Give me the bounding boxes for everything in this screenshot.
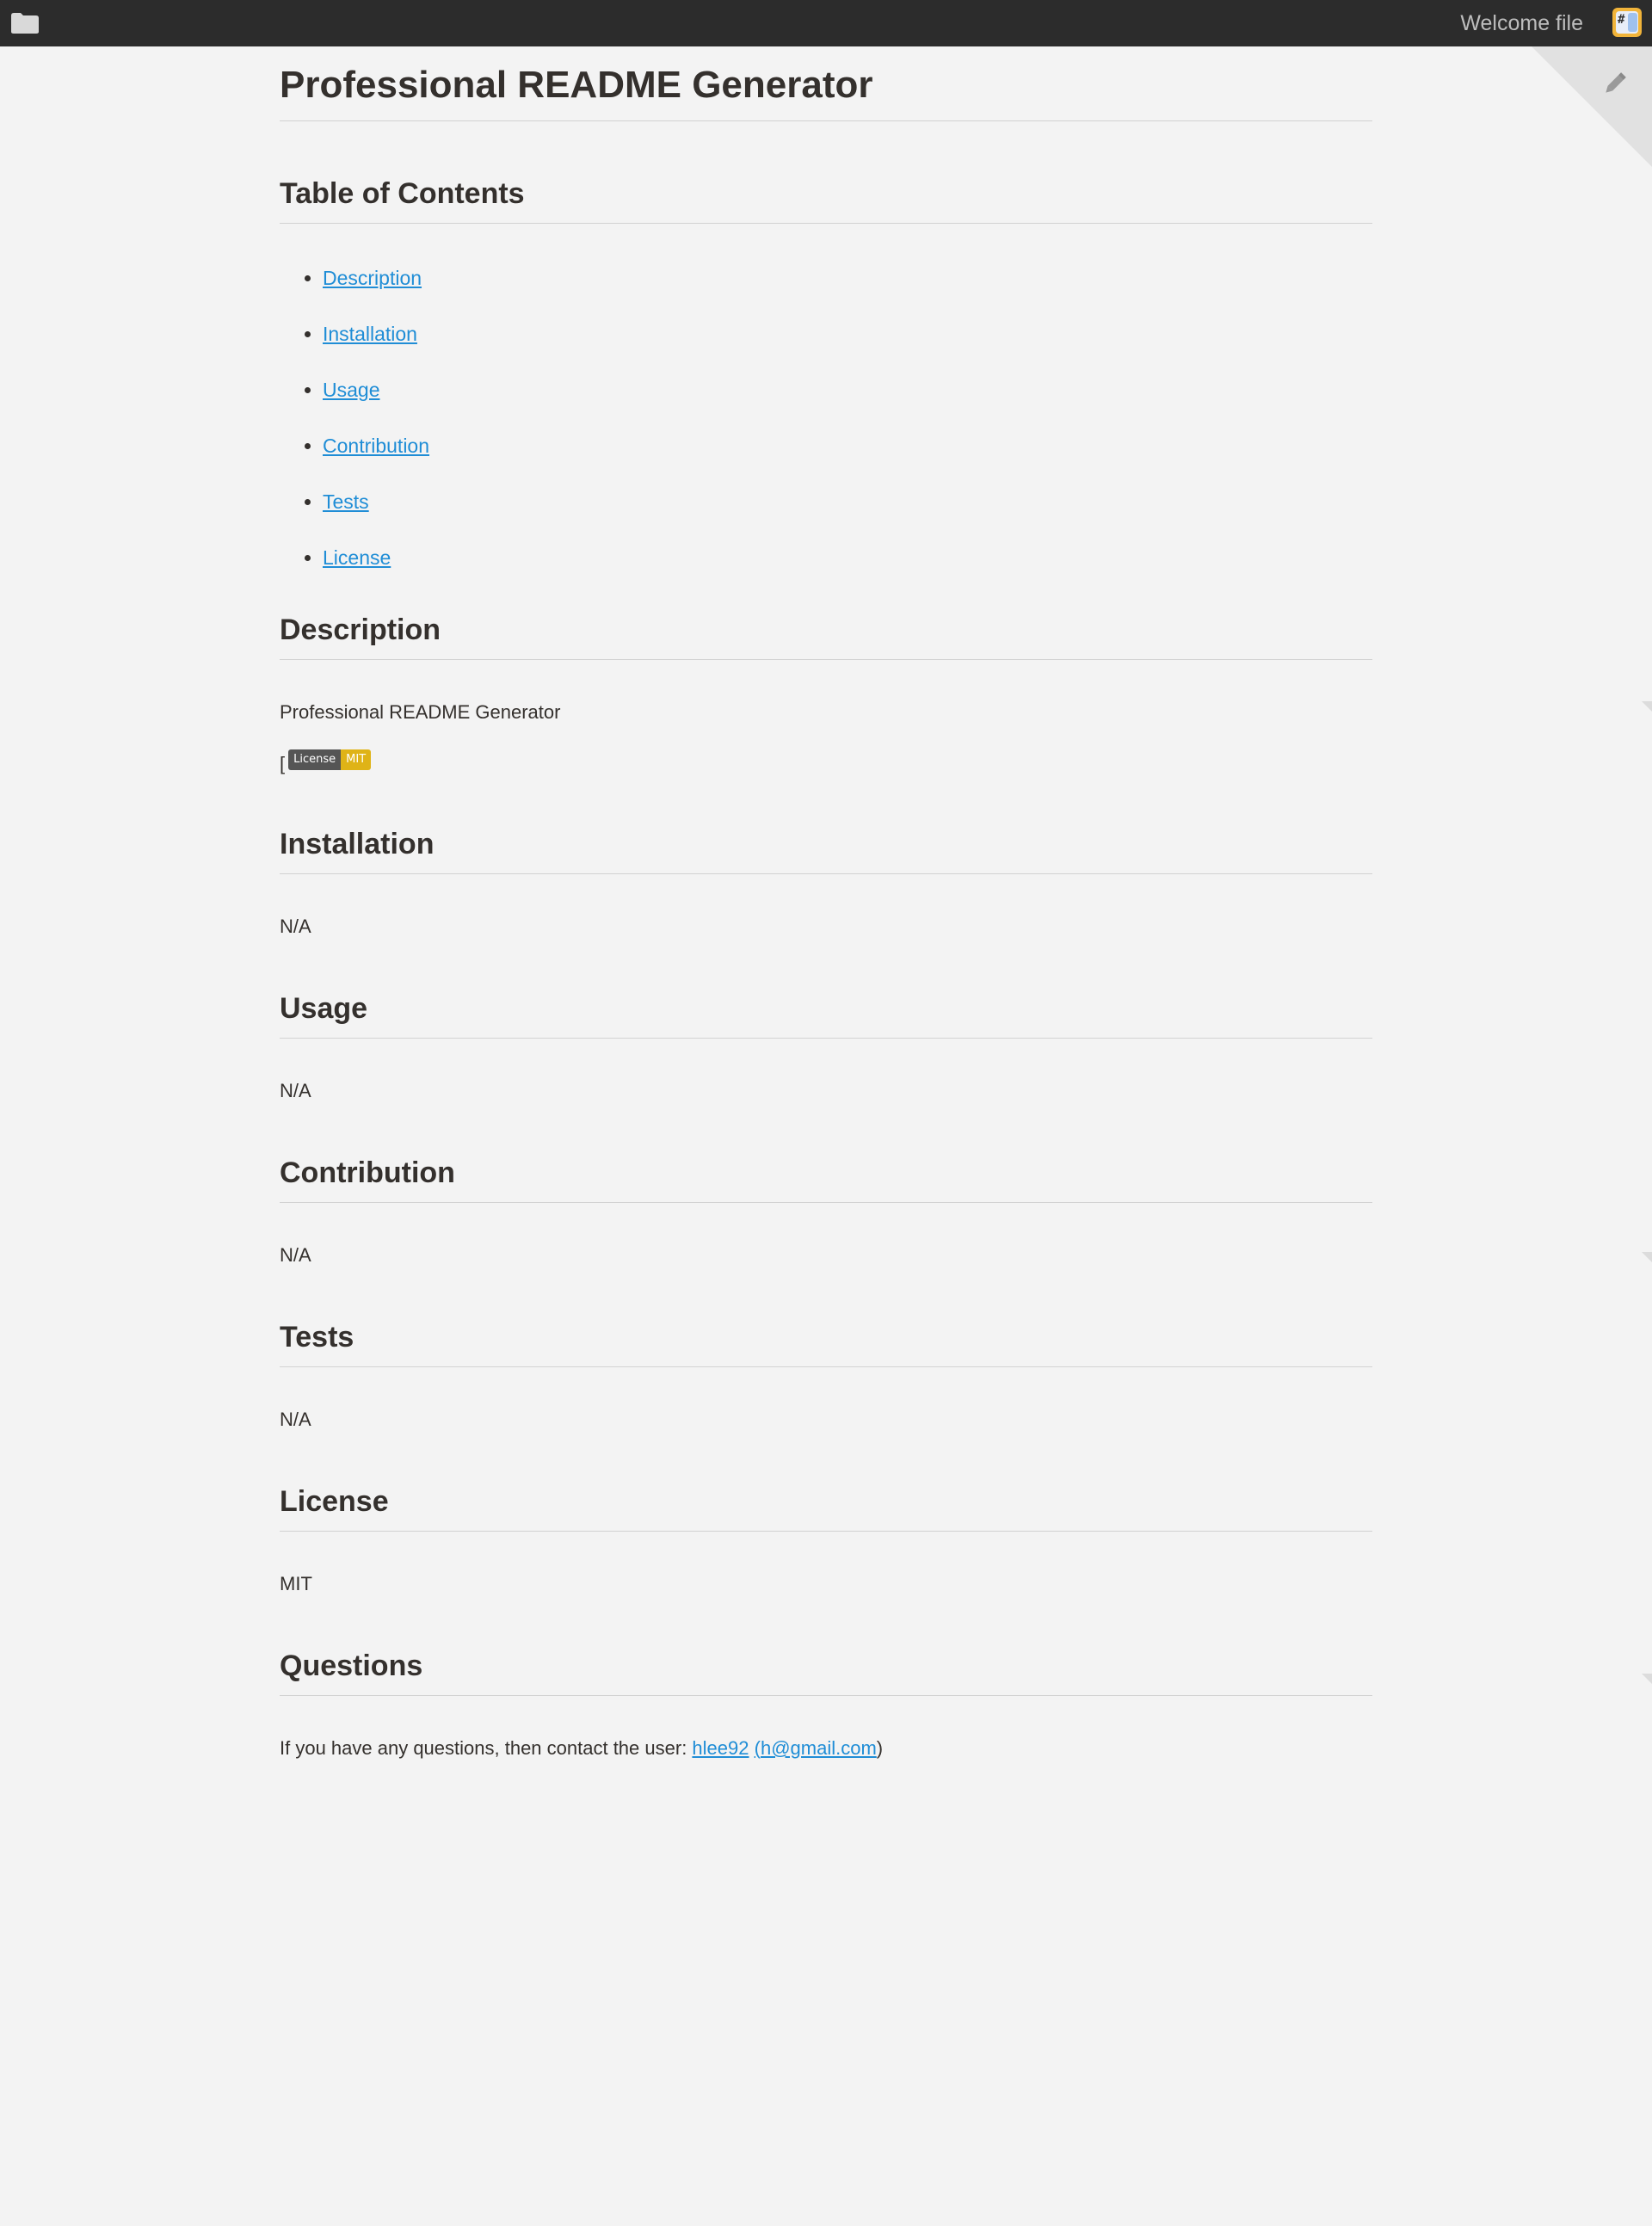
license-badge-line: [ License MIT [280,749,1372,777]
file-title[interactable]: Welcome file [1460,10,1583,36]
email-link[interactable]: (h@gmail.com [755,1737,877,1759]
license-badge[interactable]: License MIT [288,749,372,770]
list-item: Description [323,265,1372,321]
stackedit-icon[interactable]: # [1611,6,1643,39]
page-title: Professional README Generator [280,46,1372,121]
scroll-sync-marker [1642,1674,1652,1684]
list-item: Tests [323,489,1372,545]
editor-corner-fold [1532,46,1652,167]
toc-heading: Table of Contents [280,175,1372,224]
folder-icon[interactable] [10,12,40,34]
toc-link-license[interactable]: License [323,546,391,569]
list-item: License [323,545,1372,601]
scroll-sync-marker [1642,701,1652,712]
scroll-sync-marker [1642,1252,1652,1262]
list-item: Usage [323,377,1372,433]
questions-heading: Questions [280,1647,1372,1696]
github-user-link[interactable]: hlee92 [692,1737,749,1759]
pencil-icon[interactable] [1600,69,1630,98]
contribution-heading: Contribution [280,1154,1372,1203]
tests-heading: Tests [280,1318,1372,1367]
toc-link-usage[interactable]: Usage [323,379,379,401]
questions-text: If you have any questions, then contact … [280,1736,1372,1761]
email-open-paren: ( [754,1737,761,1759]
installation-text: N/A [280,916,311,937]
svg-text:#: # [1618,13,1625,27]
usage-text: N/A [280,1080,311,1101]
toc-link-contribution[interactable]: Contribution [323,435,429,457]
toc-link-installation[interactable]: Installation [323,323,417,345]
description-text: Professional README Generator [280,701,561,723]
license-text: MIT [280,1573,312,1594]
tests-text: N/A [280,1409,311,1430]
top-bar: Welcome file # [0,0,1652,46]
list-item: Installation [323,321,1372,377]
installation-heading: Installation [280,825,1372,874]
contribution-text: N/A [280,1244,311,1266]
preview-content: Professional README Generator Table of C… [280,46,1372,1761]
toc-list: Description Installation Usage Contribut… [280,265,1372,601]
badge-value: MIT [341,749,372,770]
questions-prompt: If you have any questions, then contact … [280,1737,693,1759]
email-close-paren: ) [876,1737,884,1759]
license-heading: License [280,1483,1372,1532]
email-address: h@gmail.com [760,1737,877,1759]
usage-heading: Usage [280,990,1372,1039]
description-heading: Description [280,611,1372,660]
list-item: Contribution [323,433,1372,489]
toc-link-tests[interactable]: Tests [323,490,369,513]
bracket-text: [ [280,753,286,774]
toc-link-description[interactable]: Description [323,267,422,289]
badge-label: License [288,749,342,770]
